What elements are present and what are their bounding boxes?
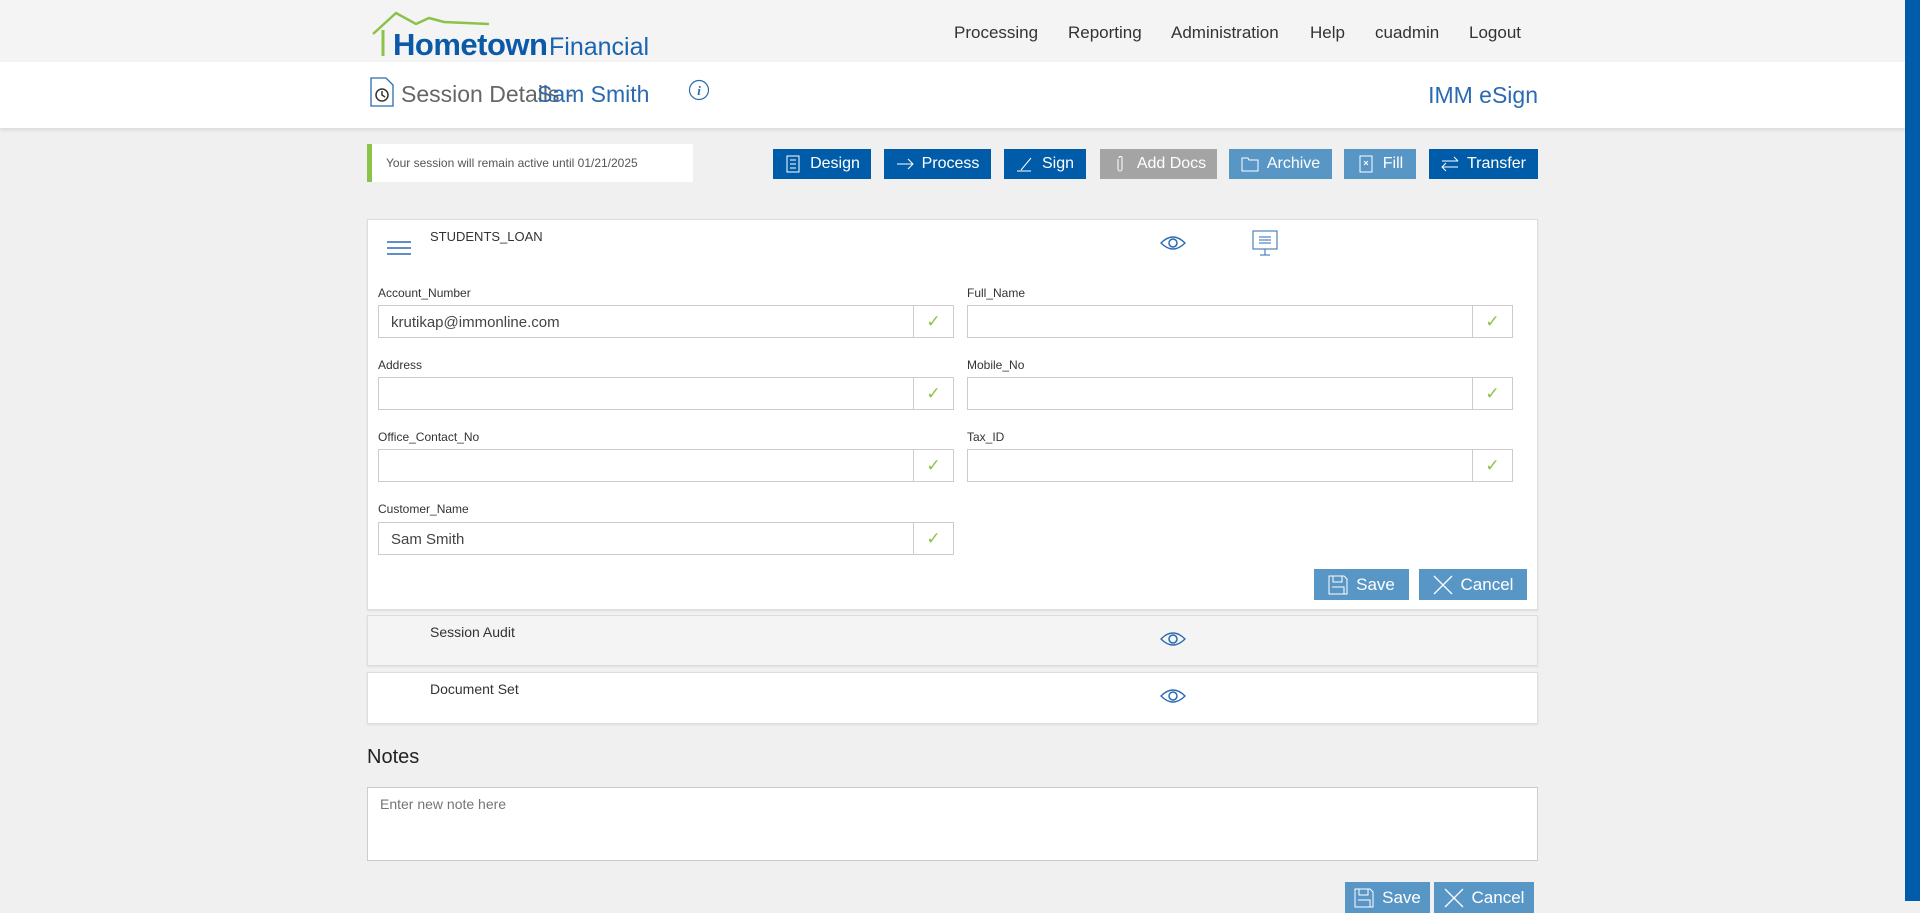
document-list-icon [786,155,800,173]
field-label: Tax_ID [967,430,1005,444]
sign-button[interactable]: Sign [1004,149,1086,179]
session-history-icon [370,77,394,107]
field-label: Full_Name [967,286,1026,300]
info-icon[interactable]: i [688,79,710,101]
field-label: Mobile_No [967,358,1025,372]
svg-text:i: i [697,83,701,98]
swap-icon [1441,156,1459,172]
monitor-icon[interactable] [1252,230,1278,258]
floppy-icon [1354,888,1374,907]
design-button[interactable]: Design [773,149,871,179]
check-icon[interactable]: ✓ [913,450,953,481]
check-icon[interactable]: ✓ [913,378,953,409]
check-icon[interactable]: ✓ [1472,450,1512,481]
file-x-icon [1359,155,1373,173]
close-icon [1444,888,1463,907]
notes-save-button[interactable]: Save [1345,882,1430,913]
transfer-button[interactable]: Transfer [1429,149,1538,179]
mobile-no-input[interactable]: ✓ [967,377,1513,410]
app-name: IMM eSign [1428,82,1538,108]
paperclip-icon [1117,156,1123,172]
nav-help[interactable]: Help [1310,23,1345,43]
document-set-section[interactable]: Document Set [367,672,1538,724]
page-header [0,62,1905,128]
nav-logout[interactable]: Logout [1469,23,1521,43]
address-input[interactable]: ✓ [378,377,954,410]
notes-textarea[interactable] [367,787,1538,861]
form-panel: STUDENTS_LOAN Account_Number krutikap@im… [367,219,1538,610]
check-icon[interactable]: ✓ [913,523,953,554]
logo[interactable]: Hometown Financial [371,10,671,62]
eye-icon[interactable] [1160,631,1186,647]
eye-icon[interactable] [1160,235,1186,251]
field-label: Office_Contact_No [378,430,480,444]
customer-name: Sam Smith [537,81,650,107]
pen-icon [1016,157,1032,172]
field-label: Customer_Name [378,502,469,516]
tax-id-input[interactable]: ✓ [967,449,1513,482]
field-label: Address [378,358,423,372]
form-title: STUDENTS_LOAN [430,229,543,244]
form-save-button[interactable]: Save [1314,569,1409,600]
check-icon[interactable]: ✓ [1472,378,1512,409]
fill-button[interactable]: Fill [1344,149,1416,179]
nav-reporting[interactable]: Reporting [1068,23,1142,43]
nav-processing[interactable]: Processing [954,23,1038,43]
session-audit-section[interactable]: Session Audit [367,615,1538,666]
nav-user[interactable]: cuadmin [1375,23,1439,43]
scrollbar[interactable] [1905,0,1920,901]
check-icon[interactable]: ✓ [913,306,953,337]
office-contact-input[interactable]: ✓ [378,449,954,482]
add-docs-button[interactable]: Add Docs [1100,149,1217,179]
field-label: Account_Number [378,286,471,300]
full-name-input[interactable]: ✓ [967,305,1513,338]
archive-button[interactable]: Archive [1229,149,1332,179]
notes-cancel-button[interactable]: Cancel [1434,882,1534,913]
hamburger-menu-icon[interactable] [386,240,412,256]
notes-title: Notes [367,746,420,768]
top-header [0,0,1905,62]
floppy-icon [1328,575,1348,594]
close-icon [1433,575,1452,594]
nav-administration[interactable]: Administration [1171,23,1279,43]
customer-name-input[interactable]: Sam Smith ✓ [378,522,954,555]
eye-icon[interactable] [1160,688,1186,704]
session-notice: Your session will remain active until 01… [367,144,693,182]
process-button[interactable]: Process [884,149,991,179]
folder-icon [1241,157,1259,172]
form-cancel-button[interactable]: Cancel [1419,569,1527,600]
account-number-input[interactable]: krutikap@immonline.com ✓ [378,305,954,338]
check-icon[interactable]: ✓ [1472,306,1512,337]
arrow-right-icon [896,158,914,170]
